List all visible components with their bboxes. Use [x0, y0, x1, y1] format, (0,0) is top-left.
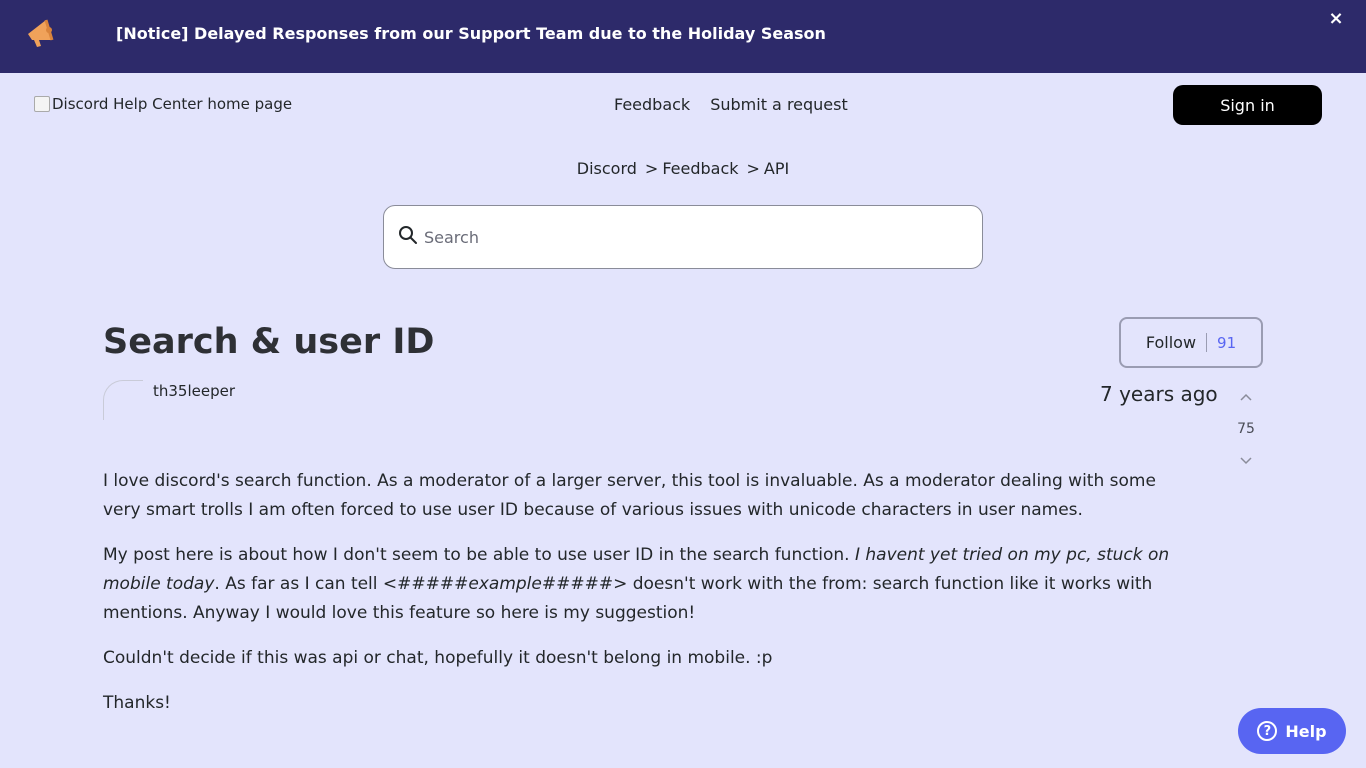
post-paragraph: I love discord's search function. As a m…	[103, 471, 1156, 520]
follow-count: 91	[1217, 333, 1237, 352]
chevron-up-icon	[1240, 393, 1252, 401]
nav-feedback[interactable]: Feedback	[614, 95, 690, 114]
post-paragraph: Thanks!	[103, 693, 171, 713]
search-input[interactable]	[424, 222, 964, 252]
sign-in-button[interactable]: Sign in	[1173, 85, 1322, 125]
breadcrumb-discord[interactable]: Discord	[577, 159, 637, 178]
upvote-button[interactable]	[1236, 387, 1256, 407]
chevron-down-icon	[1240, 457, 1252, 465]
search-icon	[399, 226, 417, 244]
breadcrumb-feedback[interactable]: Feedback	[662, 159, 738, 178]
post-time: 7 years ago	[1100, 382, 1218, 406]
breadcrumb-separator: >	[644, 159, 659, 178]
italic-text: example	[468, 574, 542, 594]
header: Discord Help Center home page Feedback S…	[0, 73, 1366, 137]
post-paragraph: Couldn't decide if this was api or chat,…	[103, 648, 773, 668]
post-body: I love discord's search function. As a m…	[103, 467, 1193, 734]
text-span: . As far as I can tell <#####	[214, 574, 469, 594]
close-icon[interactable]: ×	[1326, 8, 1346, 30]
nav-submit-request[interactable]: Submit a request	[710, 95, 848, 114]
vote-count: 75	[1237, 421, 1255, 437]
breadcrumb: Discord > Feedback > API	[0, 159, 1366, 178]
help-label: Help	[1285, 721, 1327, 741]
top-nav: Feedback Submit a request	[614, 95, 848, 114]
logo-alt-text: Discord Help Center home page	[52, 95, 293, 113]
home-logo-link[interactable]: Discord Help Center home page	[34, 95, 292, 113]
post-paragraph: My post here is about how I don't seem t…	[103, 541, 1193, 628]
post-title: Search & user ID	[103, 322, 435, 362]
notice-text: [Notice] Delayed Responses from our Supp…	[116, 24, 826, 43]
breadcrumb-separator: >	[746, 159, 760, 178]
notice-banner: [Notice] Delayed Responses from our Supp…	[0, 0, 1366, 73]
breadcrumb-api[interactable]: API	[764, 159, 789, 178]
text-span: My post here is about how I don't seem t…	[103, 545, 855, 565]
megaphone-icon	[28, 19, 54, 47]
help-button[interactable]: ? Help	[1238, 708, 1346, 754]
author-name[interactable]: th35leeper	[153, 382, 235, 400]
follow-label: Follow	[1146, 333, 1208, 352]
broken-image-icon	[34, 96, 50, 112]
avatar[interactable]	[103, 380, 143, 420]
search-box	[383, 205, 983, 269]
downvote-button[interactable]	[1236, 451, 1256, 471]
question-icon: ?	[1257, 721, 1278, 741]
follow-button[interactable]: Follow 91	[1119, 317, 1263, 368]
